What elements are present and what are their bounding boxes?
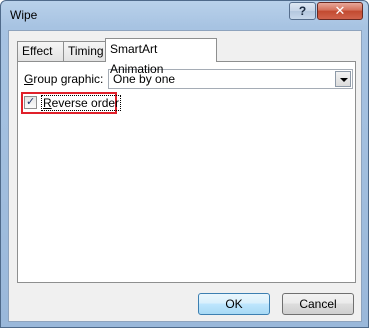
checkmark-icon: ✓ — [26, 96, 36, 108]
group-graphic-label-accelerator: G — [24, 72, 34, 86]
group-graphic-label-text: roup graphic: — [33, 72, 104, 86]
reverse-order-label[interactable]: Reverse order — [41, 95, 122, 111]
close-button[interactable]: ✕ — [317, 2, 363, 20]
help-button[interactable]: ? — [289, 2, 316, 20]
window-title: Wipe — [10, 8, 38, 22]
reverse-order-checkbox[interactable]: ✓ — [24, 96, 37, 109]
group-graphic-label: Group graphic: — [24, 72, 103, 86]
cancel-button[interactable]: Cancel — [282, 293, 354, 315]
reverse-order-label-text: everse order — [51, 96, 120, 110]
reverse-order-accelerator: R — [43, 96, 52, 110]
ok-button[interactable]: OK — [198, 293, 270, 315]
chevron-down-icon[interactable] — [335, 71, 351, 87]
tab-timing[interactable]: Timing — [63, 41, 106, 61]
smartart-animation-panel: Group graphic: One by one ✓ Reverse orde… — [17, 61, 356, 283]
title-bar[interactable]: Wipe ? ✕ — [1, 1, 368, 29]
tab-smartart-animation[interactable]: SmartArt Animation — [105, 38, 217, 76]
tab-effect[interactable]: Effect — [17, 41, 64, 61]
dialog-client-area: Effect Timing SmartArt Animation Group g… — [8, 30, 362, 322]
wipe-dialog-window: Wipe ? ✕ Effect Timing SmartArt Animatio… — [0, 0, 369, 328]
